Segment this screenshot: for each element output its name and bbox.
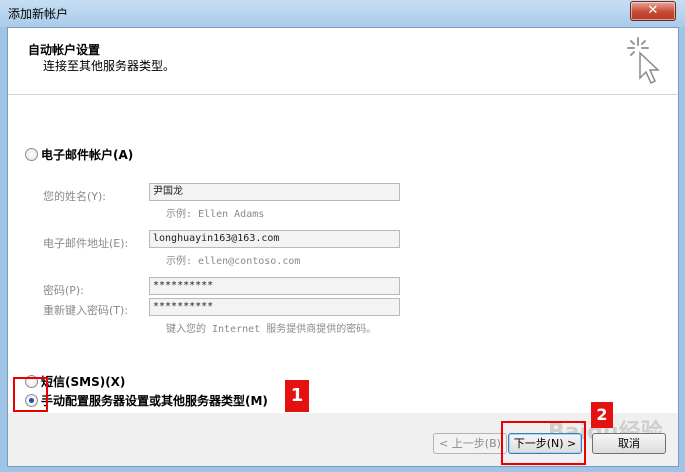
annotation-badge-2: 2 (591, 402, 613, 428)
retype-password-field[interactable]: ********** (149, 298, 400, 316)
email-account-label[interactable]: 电子邮件帐户(A) (41, 146, 133, 163)
back-button[interactable]: < 上一步(B) (433, 433, 507, 454)
window-title: 添加新帐户 (8, 7, 69, 21)
email-field[interactable]: longhuayin163@163.com (149, 230, 400, 248)
wizard-body: 电子邮件帐户(A) 您的姓名(Y): 尹国龙 示例: Ellen Adams 电… (8, 95, 678, 413)
password-hint: 键入您的 Internet 服务提供商提供的密码。 (166, 324, 377, 335)
name-field[interactable]: 尹国龙 (149, 183, 400, 201)
dialog-frame: 自动帐户设置 连接至其他服务器类型。 电子邮件帐户(A) 您的姓名(Y): 尹国… (7, 27, 679, 467)
password-field[interactable]: ********** (149, 277, 400, 295)
annotation-badge-1: 1 (285, 380, 309, 412)
email-label: 电子邮件地址(E): (43, 237, 129, 250)
password-label: 密码(P): (43, 284, 84, 297)
name-label: 您的姓名(Y): (43, 190, 107, 203)
manual-config-label[interactable]: 手动配置服务器设置或其他服务器类型(M) (41, 392, 268, 409)
email-hint: 示例: ellen@contoso.com (166, 256, 301, 267)
cursor-sparkle-icon (627, 37, 660, 85)
close-button[interactable]: ✕ (630, 1, 676, 21)
header-title: 自动帐户设置 (28, 43, 101, 57)
wizard-header: 自动帐户设置 连接至其他服务器类型。 (8, 28, 678, 95)
title-bar: 添加新帐户 ✕ (0, 0, 685, 27)
radio-highlight-box (13, 377, 48, 412)
email-account-radio[interactable] (25, 148, 38, 161)
cancel-button[interactable]: 取消 (592, 433, 666, 454)
next-highlight-box (501, 421, 586, 465)
retype-password-label: 重新键入密码(T): (43, 304, 129, 317)
header-subtitle: 连接至其他服务器类型。 (43, 59, 176, 73)
name-hint: 示例: Ellen Adams (166, 209, 265, 220)
sms-label[interactable]: 短信(SMS)(X) (41, 373, 125, 390)
